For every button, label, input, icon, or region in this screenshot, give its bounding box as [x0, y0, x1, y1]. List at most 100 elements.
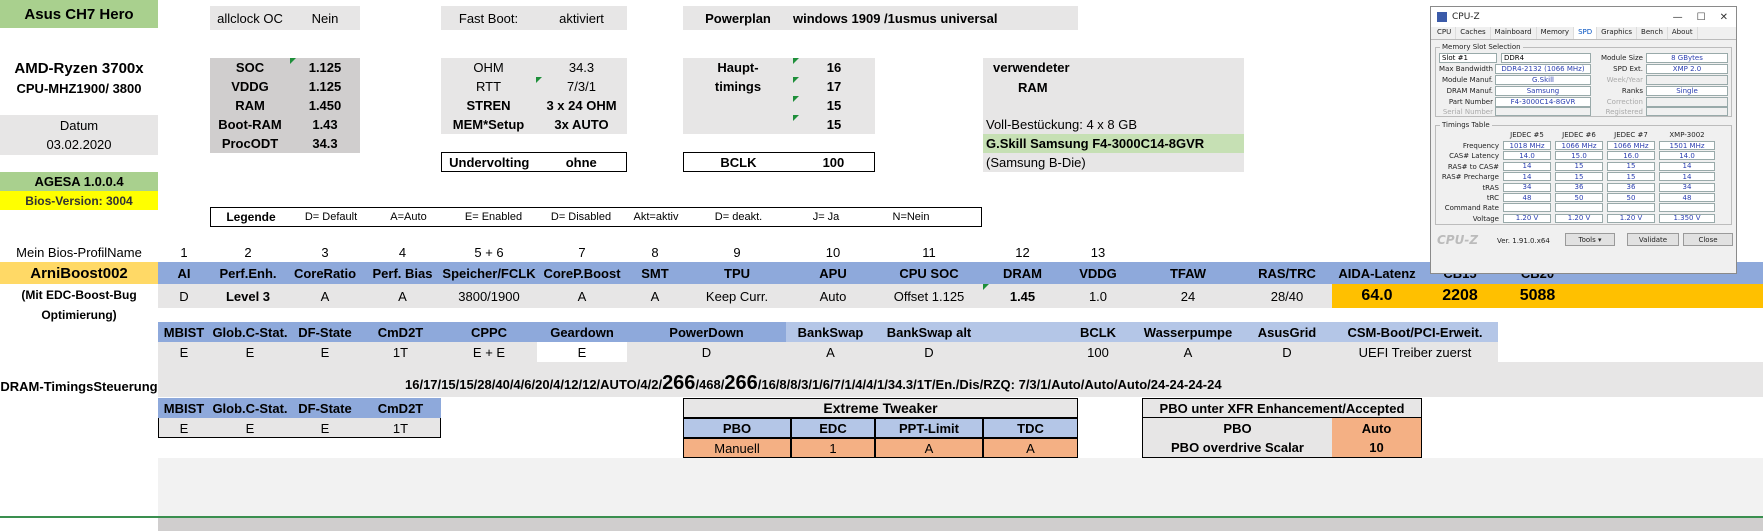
profile-header: Speicher/FCLK	[442, 265, 536, 281]
profile-note-1: (Mit EDC-Boost-Bug	[21, 288, 137, 302]
profile-header: TPU	[724, 265, 750, 281]
row2-value: D	[701, 344, 712, 360]
timing-row-label: RAS# to CAS#	[1447, 162, 1499, 171]
fastboot-value: aktiviert	[559, 10, 604, 26]
legend-item: A=Auto	[390, 211, 427, 223]
tab-spd[interactable]: SPD	[1574, 27, 1598, 39]
timing-cell: 1.20 V	[1555, 213, 1603, 223]
maximize-icon[interactable]: ☐	[1697, 12, 1706, 23]
tab-memory[interactable]: Memory	[1537, 27, 1575, 39]
timing-cell: 1.20 V	[1607, 213, 1655, 223]
tab-mainboard[interactable]: Mainboard	[1491, 27, 1537, 39]
bclk-label: BCLK	[720, 154, 757, 170]
memory-type: DDR4	[1501, 53, 1591, 63]
profile-header: AI	[177, 265, 191, 281]
profile-value: D	[179, 288, 189, 304]
tools-button[interactable]: Tools ▾	[1565, 233, 1615, 246]
date-value: 03.02.2020	[46, 137, 112, 152]
voltage-value: 34.3	[312, 136, 338, 151]
tab-graphics[interactable]: Graphics	[1597, 27, 1638, 39]
slot-select[interactable]: Slot #1	[1439, 53, 1497, 63]
timings-table-label: Timings Table	[1440, 121, 1492, 129]
close-icon[interactable]: ✕	[1720, 12, 1728, 23]
chevron-down-icon: ▾	[1597, 235, 1602, 244]
profile-value: A	[398, 288, 407, 304]
timing-cell: 50	[1607, 193, 1655, 202]
row2-value: E	[320, 344, 330, 360]
voltage-label: SOC	[235, 60, 265, 75]
voltage-label: RAM	[235, 98, 265, 113]
selection-line	[0, 516, 1763, 518]
timings-label: DRAM-TimingsSteuerung	[0, 378, 158, 394]
row3-header: DF-State	[298, 400, 352, 416]
tools-button-label: Tools	[1578, 235, 1596, 244]
allclock-label: allclock OC	[217, 10, 283, 26]
legend-title: Legende	[226, 210, 276, 224]
row2-header: BankSwap alt	[886, 324, 972, 340]
timing-row-label: CAS# Latency	[1449, 152, 1499, 161]
timing-cell: 15	[1555, 172, 1603, 182]
date-label: Datum	[59, 118, 99, 133]
ohm-value: 7/3/1	[536, 77, 627, 96]
tab-about[interactable]: About	[1668, 27, 1698, 39]
profile-value-cb20: 5088	[1498, 284, 1577, 308]
profile-value: 28/40	[1270, 288, 1304, 304]
timing-cell: 1018 MHz	[1503, 141, 1551, 150]
cpuz-titlebar[interactable]: CPU-Z — ☐ ✕	[1431, 7, 1736, 27]
legend-item: D= Default	[304, 211, 358, 223]
ohm-label: OHM	[473, 60, 504, 75]
profile-number: 3	[321, 245, 329, 260]
module-manuf-label: Module Manuf.	[1441, 76, 1493, 84]
profile-number: 12	[1015, 245, 1030, 260]
minimize-icon[interactable]: —	[1673, 12, 1683, 23]
row2-header: CPPC	[470, 324, 508, 340]
cpu-name: AMD-Ryzen 3700x	[14, 59, 144, 77]
extreme-header: PBO	[683, 418, 791, 438]
week-year-label: Week/Year	[1606, 76, 1643, 84]
spd-ext: XMP 2.0	[1646, 64, 1728, 74]
timing-cell	[1555, 203, 1603, 213]
tab-cpu[interactable]: CPU	[1433, 27, 1457, 39]
powerplan-value: windows 1909 /1usmus universal	[793, 10, 998, 26]
profile-value: 1.45	[983, 284, 1062, 308]
ram-die: (Samsung B-Die)	[983, 153, 1244, 172]
validate-button[interactable]: Validate	[1627, 233, 1679, 246]
correction	[1646, 97, 1728, 107]
row2-value: A	[1183, 344, 1193, 360]
xmp-col: XMP-3002	[1669, 131, 1705, 139]
profile-number: 8	[651, 245, 659, 260]
module-manuf: G.Skill	[1495, 75, 1591, 85]
cpuz-logo: CPU-Z	[1437, 233, 1479, 247]
profile-value: Level 3	[225, 288, 271, 304]
row2-value: 100	[1087, 344, 1109, 360]
row2-header: Geardown	[550, 324, 614, 340]
undervolting-value: ohne	[565, 154, 597, 170]
ohm-label: STREN	[466, 98, 511, 113]
profile-number: 1	[180, 245, 188, 260]
row2-value: E	[245, 344, 255, 360]
pbo-xfr-title: PBO unter XFR Enhancement/Accepted	[1142, 398, 1422, 418]
haupt-value: 15	[793, 115, 875, 134]
ranks-label: Ranks	[1621, 87, 1643, 95]
profile-note-2: Optimierung)	[41, 308, 117, 322]
pbo-xfr-value: Auto	[1332, 418, 1422, 438]
profile-header: APU	[819, 265, 847, 281]
profile-number: 11	[922, 245, 936, 260]
tab-caches[interactable]: Caches	[1456, 27, 1491, 39]
timing-cell: 50	[1555, 193, 1603, 202]
timing-row-label: Command Rate	[1444, 204, 1499, 213]
tab-bench[interactable]: Bench	[1637, 27, 1668, 39]
close-button[interactable]: Close	[1683, 233, 1733, 246]
timing-cell: 1501 MHz	[1659, 141, 1715, 150]
bclk-box: BCLK 100	[683, 152, 875, 172]
row2-header: CSM-Boot/PCI-Erweit.	[1347, 324, 1483, 340]
haupt-value: 17	[793, 77, 875, 96]
voltage-value: 1.450	[308, 98, 342, 113]
row3-header: CmD2T	[377, 400, 424, 416]
profile-value: 3800/1900	[458, 288, 520, 304]
row2-value: 1T	[392, 344, 409, 360]
profile-label: Mein Bios-ProfilName	[16, 245, 142, 260]
agesa-version: AGESA 1.0.0.4	[0, 172, 158, 191]
row3-value: 1T	[392, 420, 409, 436]
timings-big-2: 266	[724, 372, 758, 394]
